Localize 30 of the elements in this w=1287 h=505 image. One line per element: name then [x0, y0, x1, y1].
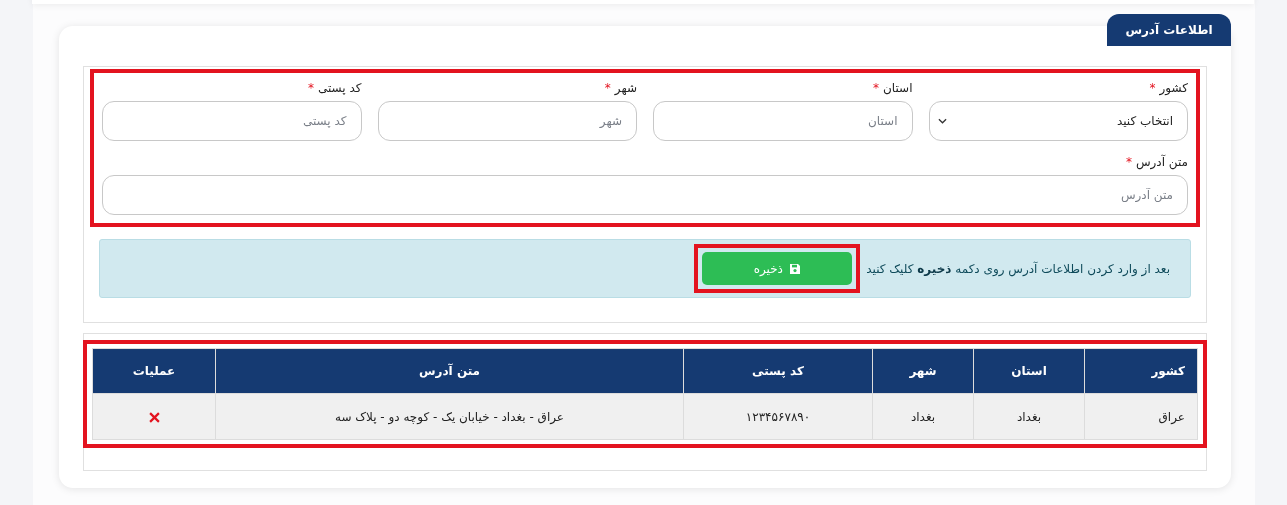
field-label: شهر [614, 81, 637, 97]
column-header: متن آدرس [215, 348, 684, 394]
table-cell: عراق [1084, 393, 1198, 440]
column-header: کشور [1084, 348, 1198, 394]
input-field[interactable]: شهر [377, 101, 637, 141]
caret-icon [937, 118, 947, 124]
delete-icon[interactable] [148, 411, 160, 423]
table-cell: بغداد [973, 393, 1085, 440]
required-mark: * [604, 81, 611, 97]
required-mark: * [873, 81, 879, 97]
table-cell: عراق - بغداد - خیابان یک - کوچه دو - پلاک سه [215, 393, 684, 440]
field-label: متن آدرس [1135, 155, 1188, 171]
section-tab[interactable]: اطلاعات آدرس [1107, 14, 1231, 46]
column-header: کد پستی [683, 348, 873, 394]
input-field[interactable]: متن آدرس [102, 175, 1188, 215]
field-label: کشور [1159, 81, 1188, 97]
input-field[interactable]: کد پستی [102, 101, 362, 141]
required-mark: * [1149, 81, 1156, 97]
table-cell: بغداد [872, 393, 974, 440]
required-mark: * [1125, 155, 1132, 171]
field-label: کد پستی [318, 81, 362, 97]
table-cell: ١٢٣۴۵۶٧٨٩٠ [683, 393, 873, 440]
instruction-text: بعد از وارد کردن اطلاعات آدرس روی دکمه ذخیره کلیک کنید [866, 261, 1170, 276]
column-header: استان [973, 348, 1085, 394]
required-mark: * [308, 81, 314, 97]
input-field[interactable]: استان [653, 101, 913, 141]
column-header: شهر [872, 348, 974, 394]
country-select[interactable]: انتخاب کنید [928, 101, 1188, 141]
field-label: استان [883, 81, 913, 97]
column-header: عملیات [92, 348, 216, 394]
